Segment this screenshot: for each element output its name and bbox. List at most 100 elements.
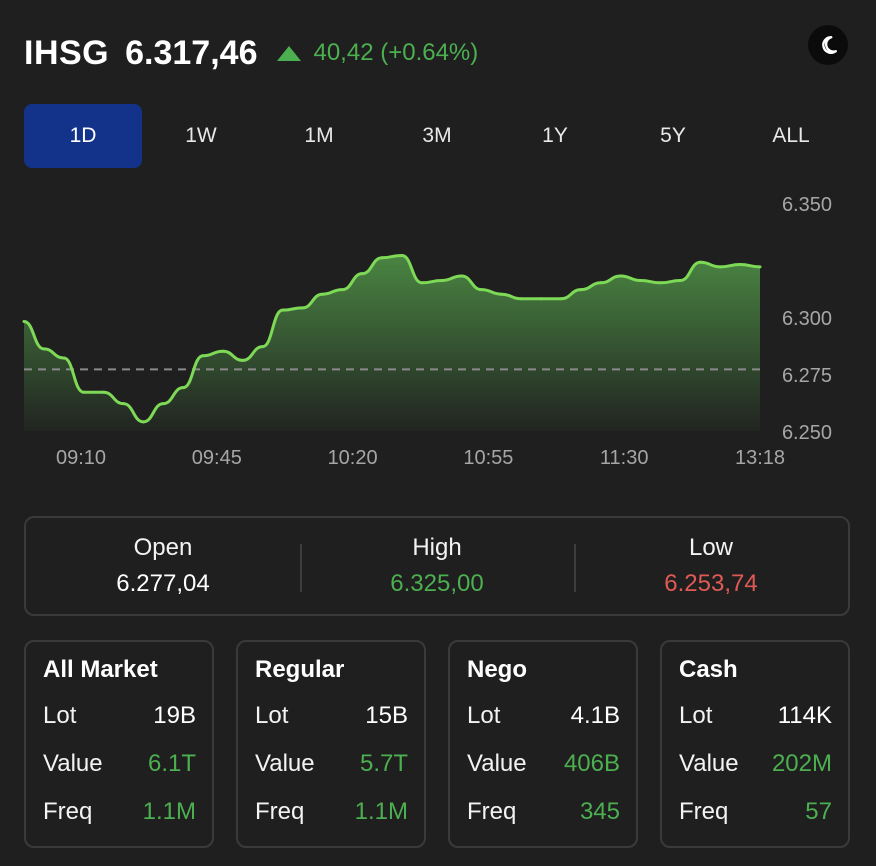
price-point: [678, 279, 682, 283]
price-point: [141, 420, 145, 424]
price-point: [161, 402, 165, 406]
price-point: [400, 253, 404, 257]
value-amount: 406B: [563, 750, 620, 777]
price-point: [599, 281, 603, 285]
price-point: [718, 265, 722, 269]
lot-label: Lot: [467, 702, 501, 729]
x-tick-label: 09:10: [56, 447, 106, 469]
card-title: Cash: [679, 656, 738, 683]
price-point: [440, 279, 444, 283]
price-point: [639, 279, 643, 283]
price-point: [698, 260, 702, 264]
y-tick-label: 6.250: [782, 422, 832, 444]
value-row: Value 202M: [679, 750, 832, 798]
tab-3m[interactable]: 3M: [378, 104, 496, 168]
price-chart[interactable]: 6.350 6.300 6.275 6.250 09:10 09:45 10:20 10:55…: [0, 185, 876, 485]
lot-value: 4.1B: [570, 702, 620, 729]
price-point: [420, 281, 424, 285]
freq-row: Freq 57: [679, 798, 832, 846]
price-point: [579, 288, 583, 292]
theme-toggle-button[interactable]: [808, 25, 848, 65]
price-point: [480, 288, 484, 292]
tab-1m[interactable]: 1M: [260, 104, 378, 168]
lot-row: Lot 19B: [43, 702, 196, 750]
price-point: [82, 390, 86, 394]
freq-value: 1.1M: [142, 798, 196, 825]
value-label: Value: [679, 750, 739, 777]
card-cash: Cash Lot 114K Value 202M Freq 57: [660, 640, 850, 848]
freq-value: 57: [805, 798, 832, 825]
header: IHSG 6.317,46 40,42 (+0.64%): [24, 30, 478, 76]
y-tick-label: 6.350: [782, 194, 832, 216]
freq-label: Freq: [467, 798, 517, 825]
price-point: [42, 347, 46, 351]
freq-value: 1.1M: [354, 798, 408, 825]
price-change: 40,42 (+0.64%): [277, 39, 478, 67]
high-label: High: [412, 534, 462, 561]
x-tick-label: 13:18: [735, 447, 785, 469]
freq-value: 345: [579, 798, 620, 825]
low-stat: Low 6.253,74: [574, 518, 848, 614]
lot-row: Lot 15B: [255, 702, 408, 750]
timeframe-tabs: 1D 1W 1M 3M 1Y 5Y ALL: [24, 104, 850, 168]
card-title: All Market: [43, 656, 158, 683]
price-point: [340, 288, 344, 292]
tab-1d[interactable]: 1D: [24, 104, 142, 168]
price-point: [559, 297, 563, 301]
high-stat: High 6.325,00: [300, 518, 574, 614]
card-title: Regular: [255, 656, 345, 683]
freq-label: Freq: [255, 798, 305, 825]
tab-1w[interactable]: 1W: [142, 104, 260, 168]
card-all-market: All Market Lot 19B Value 6.1T Freq 1.1M: [24, 640, 214, 848]
freq-row: Freq 1.1M: [43, 798, 196, 846]
y-tick-label: 6.300: [782, 308, 832, 330]
x-tick-label: 11:30: [600, 447, 649, 469]
price-point: [619, 274, 623, 278]
price-summary: Open 6.277,04 High 6.325,00 Low 6.253,74: [24, 516, 850, 616]
tab-all[interactable]: ALL: [732, 104, 850, 168]
price-point: [241, 358, 245, 362]
lot-row: Lot 4.1B: [467, 702, 620, 750]
price-point: [22, 320, 26, 324]
low-value: 6.253,74: [664, 570, 758, 597]
moon-icon: [822, 36, 837, 54]
price-point: [221, 349, 225, 353]
price-point: [102, 390, 106, 394]
price-point: [201, 354, 205, 358]
index-price: 6.317,46: [125, 33, 258, 72]
tab-1y[interactable]: 1Y: [496, 104, 614, 168]
market-cards: All Market Lot 19B Value 6.1T Freq 1.1M Reg…: [24, 640, 850, 848]
price-point: [499, 292, 503, 296]
price-point: [360, 272, 364, 276]
freq-row: Freq 1.1M: [255, 798, 408, 846]
open-value: 6.277,04: [116, 570, 210, 597]
price-change-text: 40,42 (+0.64%): [313, 39, 479, 66]
ticker-symbol: IHSG: [24, 33, 110, 72]
value-row: Value 5.7T: [255, 750, 408, 798]
value-row: Value 6.1T: [43, 750, 196, 798]
price-point: [62, 356, 66, 360]
high-value: 6.325,00: [390, 570, 484, 597]
value-label: Value: [43, 750, 103, 777]
price-point: [758, 265, 762, 269]
price-point: [738, 263, 742, 267]
price-point: [539, 297, 543, 301]
y-tick-label: 6.275: [782, 365, 832, 387]
open-stat: Open 6.277,04: [26, 518, 300, 614]
x-tick-label: 10:55: [463, 447, 513, 469]
price-point: [281, 308, 285, 312]
lot-label: Lot: [43, 702, 77, 729]
tab-5y[interactable]: 5Y: [614, 104, 732, 168]
low-label: Low: [688, 534, 734, 561]
price-point: [121, 402, 125, 406]
lot-value: 114K: [777, 702, 832, 729]
lot-row: Lot 114K: [679, 702, 832, 750]
card-nego: Nego Lot 4.1B Value 406B Freq 345: [448, 640, 638, 848]
price-point: [300, 306, 304, 310]
value-amount: 202M: [771, 750, 832, 777]
price-point: [181, 386, 185, 390]
freq-label: Freq: [43, 798, 93, 825]
price-point: [460, 274, 464, 278]
x-tick-label: 09:45: [192, 447, 242, 469]
lot-label: Lot: [255, 702, 289, 729]
